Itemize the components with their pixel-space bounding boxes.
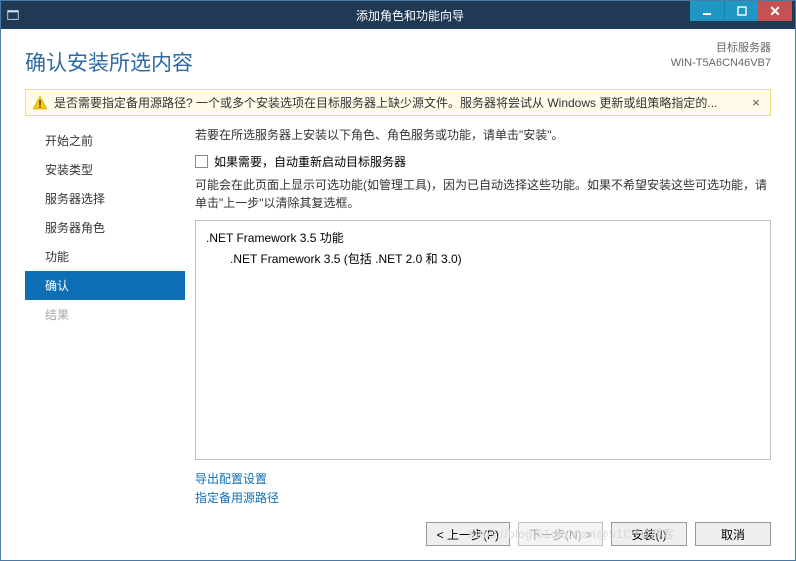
links: 导出配置设置 指定备用源路径 bbox=[195, 470, 771, 508]
warning-close-button[interactable]: × bbox=[748, 95, 764, 110]
export-config-link[interactable]: 导出配置设置 bbox=[195, 470, 771, 489]
warning-text: 是否需要指定备用源路径? 一个或多个安装选项在目标服务器上缺少源文件。服务器将尝… bbox=[54, 94, 748, 111]
window-controls: ✕ bbox=[690, 1, 792, 23]
feature-parent: .NET Framework 3.5 功能 bbox=[206, 229, 760, 246]
warning-bar: 是否需要指定备用源路径? 一个或多个安装选项在目标服务器上缺少源文件。服务器将尝… bbox=[25, 89, 771, 116]
minimize-button[interactable] bbox=[690, 1, 724, 21]
window-title: 添加角色和功能向导 bbox=[25, 7, 795, 24]
sidebar-item-results: 结果 bbox=[25, 300, 185, 329]
footer: < 上一步(P) 下一步(N) > 安装(I) 取消 bbox=[1, 512, 795, 560]
sidebar-item-server-selection[interactable]: 服务器选择 bbox=[25, 184, 185, 213]
sidebar-item-before-begin[interactable]: 开始之前 bbox=[25, 126, 185, 155]
alternate-source-link[interactable]: 指定备用源路径 bbox=[195, 489, 771, 508]
next-button: 下一步(N) > bbox=[518, 522, 603, 546]
optional-features-note: 可能会在此页面上显示可选功能(如管理工具)，因为已自动选择这些功能。如果不希望安… bbox=[195, 176, 771, 212]
header: 确认安装所选内容 目标服务器 WIN-T5A6CN46VB7 bbox=[1, 29, 795, 81]
titlebar: 添加角色和功能向导 ✕ bbox=[1, 1, 795, 29]
install-button[interactable]: 安装(I) bbox=[611, 522, 687, 546]
content: 若要在所选服务器上安装以下角色、角色服务或功能，请单击"安装"。 如果需要，自动… bbox=[185, 122, 771, 508]
selected-features-box: .NET Framework 3.5 功能 .NET Framework 3.5… bbox=[195, 220, 771, 460]
body: 开始之前 安装类型 服务器选择 服务器角色 功能 确认 结果 若要在所选服务器上… bbox=[1, 122, 795, 512]
target-server-value: WIN-T5A6CN46VB7 bbox=[671, 56, 771, 71]
auto-restart-checkbox[interactable] bbox=[195, 155, 208, 168]
target-server-label: 目标服务器 bbox=[671, 41, 771, 56]
close-button[interactable]: ✕ bbox=[758, 1, 792, 21]
previous-button[interactable]: < 上一步(P) bbox=[426, 522, 510, 546]
cancel-button[interactable]: 取消 bbox=[695, 522, 771, 546]
app-icon bbox=[6, 8, 20, 22]
sidebar-item-confirmation[interactable]: 确认 bbox=[25, 271, 185, 300]
system-menu-icon[interactable] bbox=[1, 1, 25, 29]
sidebar-item-server-roles[interactable]: 服务器角色 bbox=[25, 213, 185, 242]
auto-restart-row: 如果需要，自动重新启动目标服务器 bbox=[195, 151, 771, 176]
maximize-button[interactable] bbox=[724, 1, 758, 21]
sidebar: 开始之前 安装类型 服务器选择 服务器角色 功能 确认 结果 bbox=[25, 122, 185, 508]
sidebar-item-install-type[interactable]: 安装类型 bbox=[25, 155, 185, 184]
auto-restart-label: 如果需要，自动重新启动目标服务器 bbox=[214, 153, 406, 170]
intro-text: 若要在所选服务器上安装以下角色、角色服务或功能，请单击"安装"。 bbox=[195, 126, 771, 143]
sidebar-item-features[interactable]: 功能 bbox=[25, 242, 185, 271]
target-server-block: 目标服务器 WIN-T5A6CN46VB7 bbox=[671, 41, 771, 72]
wizard-window: 添加角色和功能向导 ✕ 确认安装所选内容 目标服务器 WIN-T5A6CN46V… bbox=[0, 0, 796, 561]
page-title: 确认安装所选内容 bbox=[25, 47, 771, 77]
feature-child: .NET Framework 3.5 (包括 .NET 2.0 和 3.0) bbox=[206, 250, 760, 267]
warning-icon bbox=[32, 95, 48, 111]
